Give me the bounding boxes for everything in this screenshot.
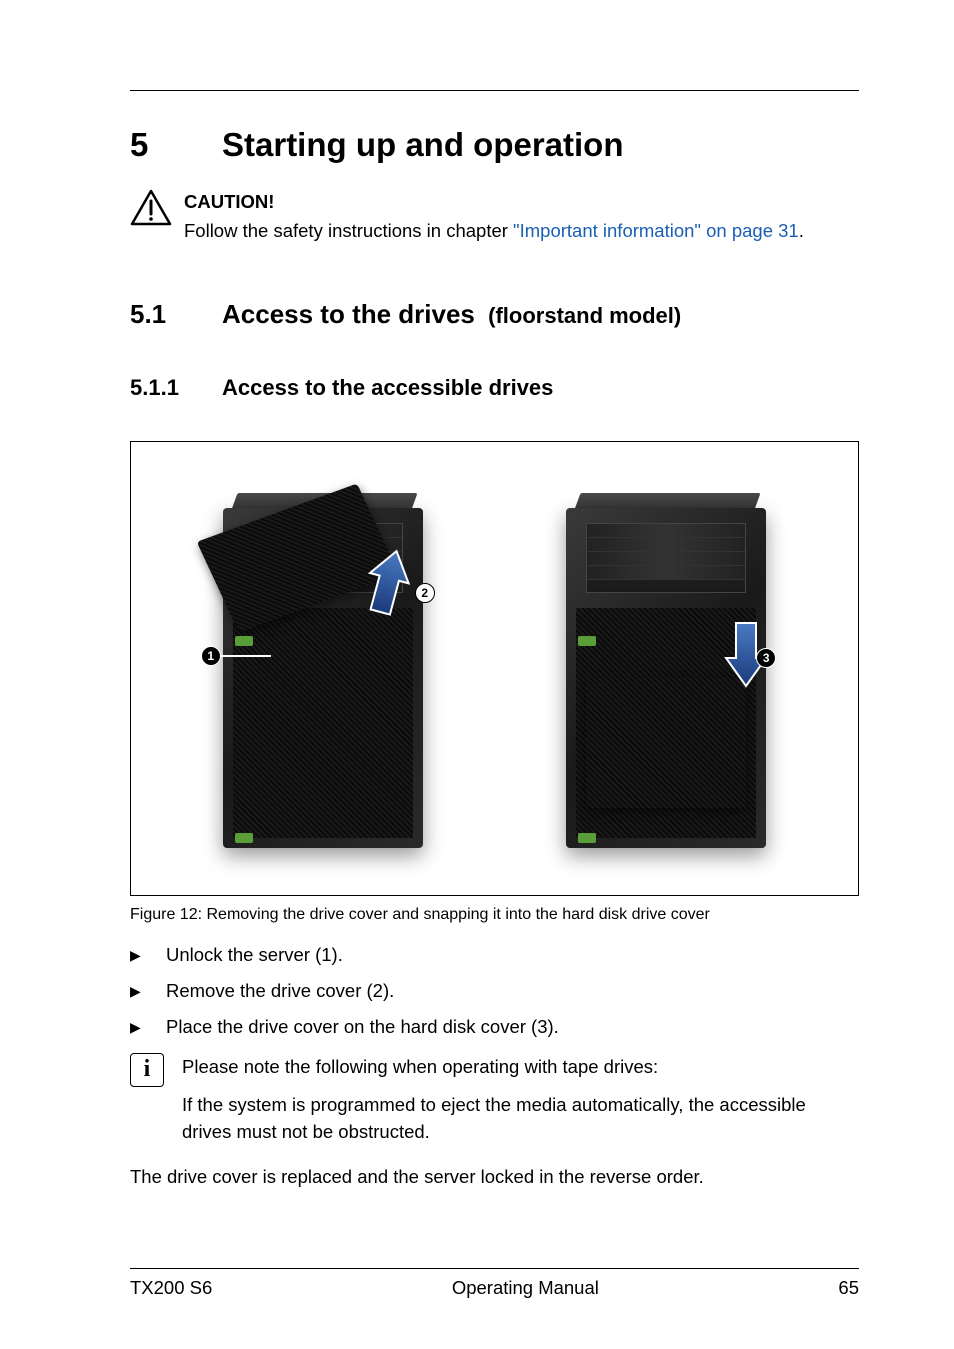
step-text: Remove the drive cover (2). [166,980,394,1002]
chapter-heading: 5 Starting up and operation [130,126,859,164]
chapter-title: Starting up and operation [222,126,624,164]
subsection-heading: 5.1.1 Access to the accessible drives [130,375,859,401]
step-bullet-icon: ▶ [130,944,166,964]
arrow-up-icon [363,548,413,618]
footer: TX200 S6 Operating Manual 65 [130,1268,859,1299]
figure-box: 1 2 [130,441,859,896]
caution-icon [130,189,172,227]
step-text: Place the drive cover on the hard disk c… [166,1016,559,1038]
step-bullet-icon: ▶ [130,980,166,1000]
header-rule [130,90,859,91]
figure-caption: Figure 12: Removing the drive cover and … [130,906,859,924]
callout-1: 1 [201,646,221,666]
footer-left: TX200 S6 [130,1277,212,1299]
section-number: 5.1 [130,299,222,330]
chapter-number: 5 [130,126,222,164]
closing-text: The drive cover is replaced and the serv… [130,1166,859,1188]
info-line1: Please note the following when operating… [182,1053,859,1081]
caution-text-suffix: . [799,220,804,241]
section-suffix: (floorstand model) [488,303,681,328]
caution-label: CAUTION! [184,189,859,215]
section-title: Access to the drives [222,299,475,329]
step-item: ▶ Unlock the server (1). [130,944,859,966]
tower-right: 3 [526,478,806,858]
step-item: ▶ Remove the drive cover (2). [130,980,859,1002]
subsection-title: Access to the accessible drives [222,375,553,401]
step-bullet-icon: ▶ [130,1016,166,1036]
footer-center: Operating Manual [452,1277,599,1299]
step-list: ▶ Unlock the server (1). ▶ Remove the dr… [130,944,859,1038]
caution-text-prefix: Follow the safety instructions in chapte… [184,220,513,241]
section-heading: 5.1 Access to the drives (floorstand mod… [130,299,859,330]
step-item: ▶ Place the drive cover on the hard disk… [130,1016,859,1038]
footer-right: 65 [838,1277,859,1299]
caution-link[interactable]: "Important information" on page 31 [513,220,799,241]
info-icon: i [130,1053,164,1087]
step-text: Unlock the server (1). [166,944,343,966]
callout-2: 2 [415,583,435,603]
caution-block: CAUTION! Follow the safety instructions … [130,189,859,244]
info-block: i Please note the following when operati… [130,1053,859,1146]
callout-3: 3 [756,648,776,668]
subsection-number: 5.1.1 [130,375,222,401]
info-line2: If the system is programmed to eject the… [182,1091,859,1147]
tower-left: 1 2 [183,478,463,858]
